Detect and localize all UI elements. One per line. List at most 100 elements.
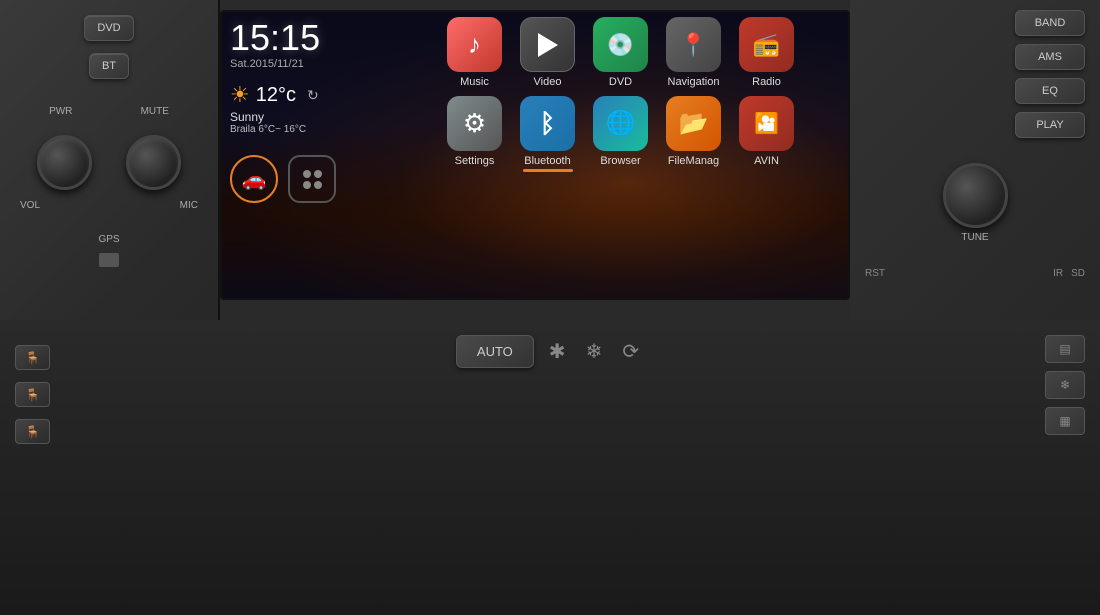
filemanager-icon-bg: 📂 <box>666 96 721 151</box>
tune-knob[interactable] <box>943 163 1008 228</box>
app-browser[interactable]: 🌐 Browser <box>588 96 653 167</box>
fan-icons: ✱ ❄ ⟳ <box>549 339 639 364</box>
music-icon-bg: ♪ <box>447 17 502 72</box>
active-indicator <box>523 169 573 172</box>
seat-icon-1: 🪑 <box>25 351 40 365</box>
seat-icon-3: 🪑 <box>25 425 40 439</box>
app-navigation[interactable]: 📍 Navigation <box>661 17 726 88</box>
settings-icon-bg: ⚙ <box>447 96 502 151</box>
radio-label: Radio <box>752 76 781 88</box>
center-controls: AUTO ✱ ❄ ⟳ <box>70 335 1025 368</box>
seat-control-3[interactable]: 🪑 <box>15 419 50 444</box>
fan-icon-2[interactable]: ❄ <box>586 339 603 364</box>
app-settings[interactable]: ⚙ Settings <box>442 96 507 167</box>
seat-controls: 🪑 🪑 🪑 <box>15 345 50 444</box>
app-row-1: ♪ Music Video 💿 <box>442 17 843 88</box>
right-knob-area: TUNE <box>850 148 1100 258</box>
auto-button[interactable]: AUTO <box>456 335 534 368</box>
refresh-icon[interactable]: ↻ <box>307 87 319 104</box>
play-button[interactable]: PLAY <box>1015 112 1085 138</box>
bluetooth-icon-bg: ᛒ <box>520 96 575 151</box>
seat-control-1[interactable]: 🪑 <box>15 345 50 370</box>
weather-widget: ☀ 12°c ↻ Sunny Braila 6°C~ 16°C <box>230 82 434 135</box>
time-display: 15:15 <box>230 20 434 56</box>
dvd-disc-icon: 💿 <box>607 32 634 58</box>
pwr-knob[interactable] <box>37 135 92 190</box>
rst-label: RST <box>865 268 885 279</box>
app-video[interactable]: Video <box>515 17 580 88</box>
video-icon-bg <box>520 17 575 72</box>
play-icon <box>538 33 558 57</box>
screen-content: 15:15 Sat.2015/11/21 ☀ 12°c ↻ Sunny Brai… <box>222 12 848 298</box>
radio-wave-icon: 📻 <box>753 32 780 58</box>
globe-icon: 🌐 <box>606 109 636 138</box>
fan-icon-1[interactable]: ✱ <box>549 339 566 364</box>
band-button[interactable]: BAND <box>1015 10 1085 36</box>
seat-btn-3[interactable]: 🪑 <box>15 419 50 444</box>
settings-label: Settings <box>455 155 495 167</box>
climate-btn-1[interactable]: ▤ <box>1045 335 1085 363</box>
four-dots-icon <box>303 170 322 189</box>
avin-icon-bg: 🎦 <box>739 96 794 151</box>
app-bluetooth[interactable]: ᛒ Bluetooth <box>515 96 580 172</box>
app-avin[interactable]: 🎦 AVIN <box>734 96 799 167</box>
bottom-section: 🪑 🪑 🪑 AUTO ✱ ❄ ⟳ <box>0 320 1100 615</box>
ir-label: IR <box>1053 268 1063 279</box>
car-icon: 🚗 <box>242 167 267 192</box>
usb-icon[interactable] <box>99 253 119 267</box>
app-grid-container: ♪ Music Video 💿 <box>442 12 848 298</box>
avin-person-icon: 🎦 <box>754 111 779 136</box>
app-row-2: ⚙ Settings ᛒ Bluetooth <box>442 96 843 172</box>
app-radio[interactable]: 📻 Radio <box>734 17 799 88</box>
app-music[interactable]: ♪ Music <box>442 17 507 88</box>
bt-button[interactable]: BT <box>89 53 129 79</box>
tune-label: TUNE <box>961 232 988 243</box>
filemanager-label: FileManag <box>668 155 719 167</box>
gear-icon: ⚙ <box>463 108 486 139</box>
weather-condition: Sunny <box>230 110 434 124</box>
sd-label: SD <box>1071 268 1085 279</box>
ams-button[interactable]: AMS <box>1015 44 1085 70</box>
bluetooth-label: Bluetooth <box>524 155 570 167</box>
eq-button[interactable]: EQ <box>1015 78 1085 104</box>
right-buttons: BAND AMS EQ PLAY <box>850 0 1100 148</box>
dvd-icon-bg: 💿 <box>593 17 648 72</box>
app-dvd[interactable]: 💿 DVD <box>588 17 653 88</box>
screen: 15:15 Sat.2015/11/21 ☀ 12°c ↻ Sunny Brai… <box>220 10 850 300</box>
nav-pin-icon: 📍 <box>680 32 707 58</box>
seat-btn-1[interactable]: 🪑 <box>15 345 50 370</box>
climate-btn-3[interactable]: ▦ <box>1045 407 1085 435</box>
fan-speed-icon[interactable]: ⟳ <box>622 339 639 364</box>
avin-label: AVIN <box>754 155 779 167</box>
nav-label: Navigation <box>668 76 720 88</box>
app-filemanager[interactable]: 📂 FileManag <box>661 96 726 167</box>
sun-icon: ☀ <box>230 82 250 108</box>
right-climate-buttons: ▤ ❄ ▦ <box>1045 335 1085 435</box>
bluetooth-symbol-icon: ᛒ <box>540 108 556 139</box>
auto-row: AUTO ✱ ❄ ⟳ <box>456 335 639 368</box>
screen-left: 15:15 Sat.2015/11/21 ☀ 12°c ↻ Sunny Brai… <box>222 12 442 298</box>
dvd-button[interactable]: DVD <box>84 15 133 41</box>
car-widget-icon[interactable]: 🚗 <box>230 155 278 203</box>
dvd-label: DVD <box>609 76 632 88</box>
rst-sd-row: RST IR SD <box>850 268 1100 279</box>
folder-icon: 📂 <box>679 109 709 138</box>
dots-widget-icon[interactable] <box>288 155 336 203</box>
defrost-icon: ❄ <box>1060 378 1070 392</box>
video-label: Video <box>534 76 562 88</box>
vol-label: VOL <box>20 200 40 211</box>
nav-icon-bg: 📍 <box>666 17 721 72</box>
gps-section: GPS <box>98 234 119 267</box>
car-interior: DVD BT PWR MUTE VOL MIC GPS <box>0 0 1100 615</box>
mute-knob[interactable] <box>126 135 181 190</box>
seat-control-2[interactable]: 🪑 <box>15 382 50 407</box>
climate-btn-2[interactable]: ❄ <box>1045 371 1085 399</box>
radio-icon-bg: 📻 <box>739 17 794 72</box>
mute-label: MUTE <box>141 106 169 117</box>
music-note-icon: ♪ <box>468 29 481 60</box>
mic-label: MIC <box>180 200 198 211</box>
weather-location: Braila 6°C~ 16°C <box>230 124 434 135</box>
seat-btn-2[interactable]: 🪑 <box>15 382 50 407</box>
date-display: Sat.2015/11/21 <box>230 58 434 70</box>
temperature: 12°c <box>256 84 296 107</box>
